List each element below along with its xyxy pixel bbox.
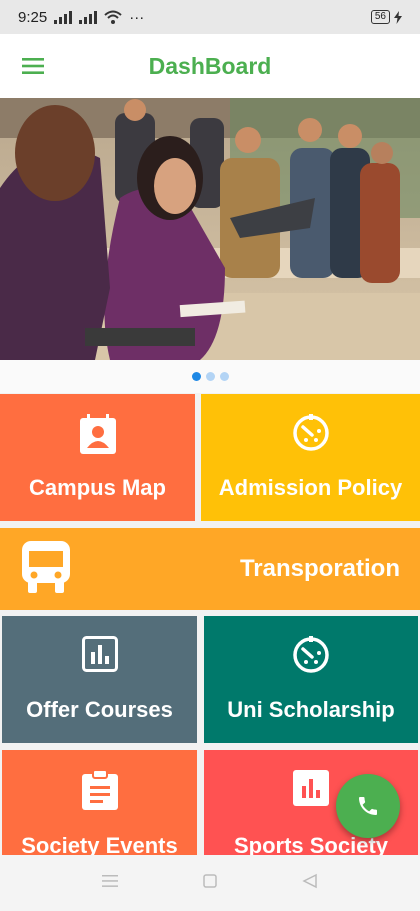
- menu-button[interactable]: [0, 34, 66, 98]
- more-status-icon: ···: [129, 8, 145, 26]
- students-photo: [0, 98, 420, 360]
- society-events-label: Society Events: [21, 833, 178, 855]
- campus-map-tile[interactable]: Campus Map: [0, 394, 195, 521]
- menu-icon[interactable]: [102, 874, 119, 893]
- back-triangle-icon[interactable]: [301, 873, 318, 894]
- phone-icon: [359, 797, 377, 815]
- bus-icon: [20, 539, 72, 599]
- uni-scholarship-label: Uni Scholarship: [227, 697, 395, 722]
- carousel-indicator: [0, 360, 420, 393]
- battery-icon: 56: [370, 10, 390, 24]
- charging-icon: [394, 10, 402, 24]
- carousel-dot[interactable]: [205, 372, 215, 381]
- uni-scholarship-tile[interactable]: Uni Scholarship: [204, 616, 418, 743]
- offer-courses-tile[interactable]: Offer Courses: [2, 616, 197, 743]
- bar-chart-icon: [293, 770, 329, 812]
- status-bar: 9:25 ··· 56: [0, 0, 420, 34]
- timer-icon: [292, 414, 330, 458]
- transporation-tile[interactable]: Transporation: [0, 528, 420, 610]
- hamburger-icon: [22, 58, 44, 74]
- clipboard-icon: [81, 769, 118, 816]
- wifi-icon: [104, 10, 122, 24]
- contact-card-icon: [79, 414, 116, 460]
- system-nav-bar: [0, 855, 420, 911]
- carousel-dot[interactable]: [219, 372, 229, 381]
- admission-policy-label: Admission Policy: [218, 475, 403, 500]
- campus-map-label: Campus Map: [29, 475, 166, 500]
- signal-icon-2: [79, 10, 98, 24]
- admission-policy-tile[interactable]: Admission Policy: [201, 394, 420, 521]
- society-events-tile[interactable]: Society Events: [2, 750, 197, 855]
- carousel-dot[interactable]: [191, 372, 201, 381]
- call-fab-button[interactable]: [336, 774, 400, 838]
- carousel-image[interactable]: [0, 98, 420, 360]
- timer-icon: [292, 636, 330, 680]
- transporation-label: Transporation: [239, 555, 400, 582]
- bar-chart-icon: [81, 636, 118, 678]
- status-time: 9:25: [18, 8, 48, 26]
- home-square-icon[interactable]: [203, 873, 217, 893]
- offer-courses-label: Offer Courses: [26, 697, 173, 722]
- signal-icon: [54, 10, 73, 24]
- app-bar: DashBoard: [0, 34, 420, 98]
